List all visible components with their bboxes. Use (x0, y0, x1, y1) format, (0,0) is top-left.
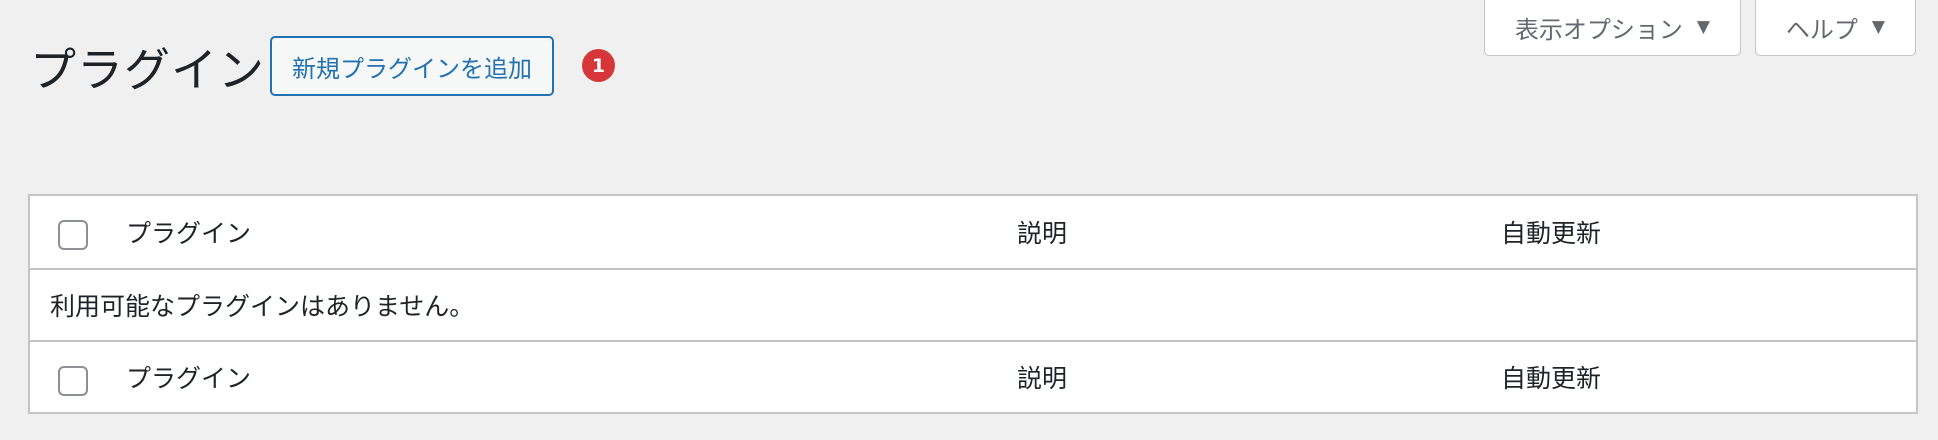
table-footer-row: プラグイン 説明 自動更新 (30, 340, 1916, 412)
screen-options-label: 表示オプション (1514, 16, 1683, 44)
plugins-table: プラグイン 説明 自動更新 利用可能なプラグインはありません。 プラグイン 説明… (28, 194, 1918, 414)
column-header-description: 説明 (1017, 219, 1068, 248)
update-count-badge: 1 (582, 49, 615, 82)
column-header-auto-update: 自動更新 (1501, 219, 1602, 248)
select-all-checkbox-footer[interactable] (58, 366, 88, 396)
column-footer-plugin[interactable]: プラグイン (126, 359, 251, 395)
help-label: ヘルプ (1785, 16, 1858, 44)
help-button[interactable]: ヘルプ ▼ (1754, 0, 1916, 56)
column-footer-description: 説明 (1017, 364, 1068, 393)
caret-down-icon: ▼ (1696, 17, 1710, 37)
page-title: プラグイン (30, 43, 265, 97)
empty-message: 利用可能なプラグインはありません。 (50, 292, 475, 321)
column-footer-auto-update: 自動更新 (1501, 364, 1602, 393)
screen-meta-links: 表示オプション ▼ ヘルプ ▼ (1483, 0, 1916, 56)
select-all-checkbox[interactable] (58, 220, 88, 250)
column-header-plugin[interactable]: プラグイン (126, 214, 251, 250)
table-header-row: プラグイン 説明 自動更新 (30, 196, 1916, 268)
caret-down-icon: ▼ (1871, 17, 1885, 37)
add-new-plugin-button[interactable]: 新規プラグインを追加 (270, 36, 554, 96)
empty-row: 利用可能なプラグインはありません。 (30, 268, 1916, 340)
screen-options-button[interactable]: 表示オプション ▼ (1483, 0, 1741, 56)
